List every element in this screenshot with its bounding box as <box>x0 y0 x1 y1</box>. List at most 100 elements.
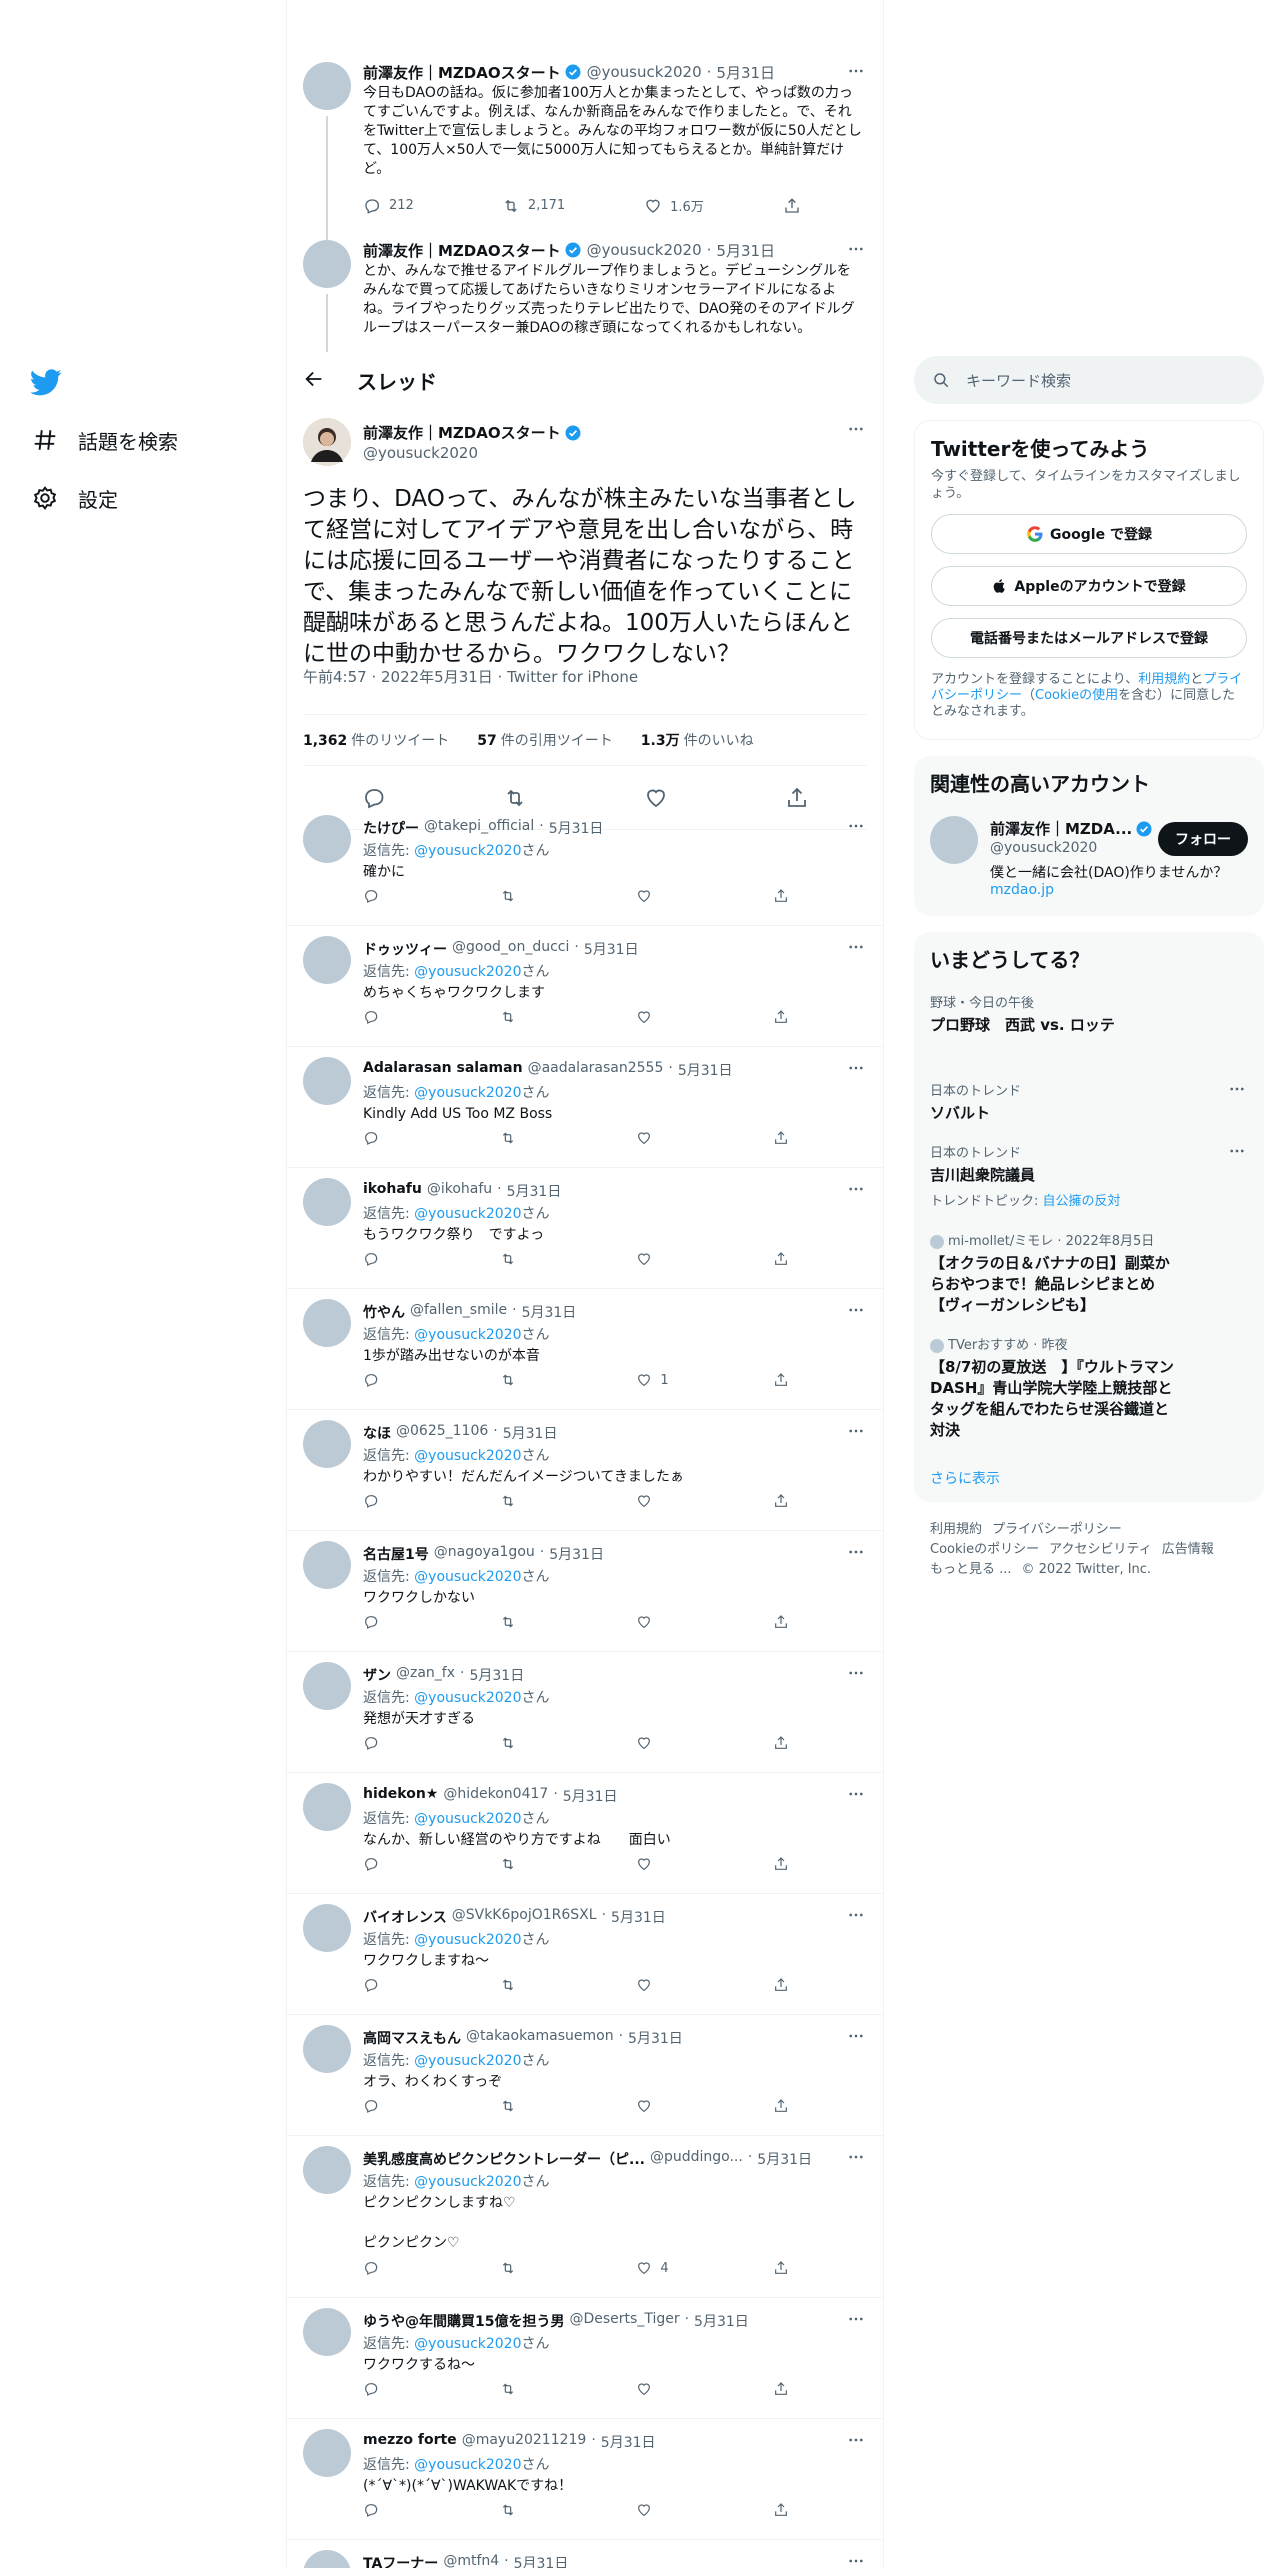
cookie-link[interactable]: Cookieの使用 <box>1035 688 1118 703</box>
more-icon[interactable] <box>847 1422 867 1442</box>
replying-to-link[interactable]: @yousuck2020 <box>414 964 521 980</box>
author-handle[interactable]: @ikohafu <box>427 1181 492 1201</box>
replying-to-link[interactable]: @yousuck2020 <box>414 1327 521 1343</box>
like-button[interactable] <box>636 888 696 904</box>
author-name[interactable]: 前澤友作｜MZDAOスタート <box>363 62 561 83</box>
replying-to-link[interactable]: @yousuck2020 <box>414 2174 521 2190</box>
author-handle[interactable]: @puddingo... <box>650 2149 743 2169</box>
author-name[interactable]: ikohafu <box>363 1181 422 1201</box>
reply-button[interactable] <box>363 1735 423 1751</box>
retweet-button[interactable] <box>500 2381 560 2397</box>
trend-item[interactable]: TVerおすすめ · 昨夜 【8/7初の夏放送 】『ウルトラマンDASH』青山学… <box>930 1334 1180 1441</box>
share-button[interactable] <box>773 2502 793 2518</box>
like-button[interactable] <box>636 1130 696 1146</box>
author-handle[interactable]: @mtfn4 <box>443 2553 499 2568</box>
replying-to-link[interactable]: @yousuck2020 <box>414 1206 521 1222</box>
author-handle[interactable]: @yousuck2020 <box>587 241 702 259</box>
author-handle[interactable]: @0625_1106 <box>396 1423 488 1443</box>
avatar[interactable] <box>303 815 351 863</box>
retweet-button[interactable] <box>500 1251 560 1267</box>
author-name[interactable]: ザン <box>363 1665 391 1685</box>
like-button[interactable] <box>636 2502 696 2518</box>
tweet-date[interactable]: 5月31日 <box>503 1423 558 1443</box>
trend-item[interactable]: mi-mollet/ミモレ · 2022年8月5日 【オクラの日＆バナナの日】副… <box>930 1230 1180 1316</box>
author-name[interactable]: ドゥッツィー <box>363 939 447 959</box>
author-name[interactable]: 美乳感度高めピクンピクントレーダー（ピ... <box>363 2149 645 2169</box>
more-icon[interactable] <box>1228 1080 1248 1100</box>
share-button[interactable] <box>773 888 793 904</box>
reply-tweet[interactable]: 高岡マスえもん @takaokamasuemon · 5月31日 返信先: @yousu… <box>287 2015 883 2136</box>
reply-button[interactable] <box>363 1493 423 1509</box>
retweet-button[interactable]: 2,171 <box>502 196 565 215</box>
tweet-date[interactable]: 5月31日 <box>694 2311 749 2331</box>
author-handle[interactable]: @yousuck2020 <box>587 63 702 81</box>
back-arrow-icon[interactable] <box>303 368 325 390</box>
reply-button[interactable] <box>363 2502 423 2518</box>
author-name[interactable]: 竹やん <box>363 1302 405 1322</box>
more-icon[interactable] <box>847 240 867 260</box>
reply-tweet[interactable]: なほ @0625_1106 · 5月31日 返信先: @yousuck2020さん わかり… <box>287 1410 883 1531</box>
phone-signup-button[interactable]: 電話番号またはメールアドレスで登録 <box>931 618 1247 658</box>
avatar[interactable] <box>303 418 351 466</box>
trend-topic-link[interactable]: 自公擁の反対 <box>1043 1194 1121 1209</box>
likes-stat[interactable]: 1.3万 件のいいね <box>641 730 754 750</box>
reply-button[interactable]: 212 <box>363 196 423 215</box>
apple-signup-button[interactable]: Appleのアカウントで登録 <box>931 566 1247 606</box>
share-button[interactable] <box>783 196 803 215</box>
trend-item[interactable]: 日本のトレンド 吉川赳衆院議員 トレンドトピック: 自公擁の反対 <box>930 1142 1248 1209</box>
related-link[interactable]: mzdao.jp <box>990 882 1054 898</box>
more-icon[interactable] <box>847 1664 867 1684</box>
avatar[interactable] <box>930 816 978 864</box>
replying-to-link[interactable]: @yousuck2020 <box>414 1811 521 1827</box>
reply-tweet[interactable]: ikohafu @ikohafu · 5月31日 返信先: @yousuck2020さん… <box>287 1168 883 1289</box>
retweet-button[interactable] <box>500 1372 560 1388</box>
author-name[interactable]: 高岡マスえもん <box>363 2028 461 2048</box>
reply-tweet[interactable]: hidekon★ @hidekon0417 · 5月31日 返信先: @yousuck2… <box>287 1773 883 1894</box>
author-name[interactable]: 名古屋1号 <box>363 1544 429 1564</box>
like-button[interactable] <box>636 1856 696 1872</box>
trend-item[interactable]: 日本のトレンド ソバルト <box>930 1080 1248 1124</box>
author-handle[interactable]: @SVkK6pojO1R6SXL <box>452 1907 597 1927</box>
nav-explore[interactable]: 話題を検索 <box>32 426 178 455</box>
replying-to-link[interactable]: @yousuck2020 <box>414 2457 521 2473</box>
author-name[interactable]: TAフーナー <box>363 2553 438 2568</box>
more-icon[interactable] <box>847 1785 867 1805</box>
like-button[interactable] <box>636 1009 696 1025</box>
twitter-logo-icon[interactable] <box>30 366 66 402</box>
share-button[interactable] <box>773 1977 793 1993</box>
share-button[interactable] <box>773 1856 793 1872</box>
avatar[interactable] <box>303 1299 351 1347</box>
like-button[interactable] <box>636 1614 696 1630</box>
more-icon[interactable] <box>847 817 867 837</box>
author-name[interactable]: たけぴー <box>363 818 419 838</box>
tweet-date[interactable]: 5月31日 <box>522 1302 577 1322</box>
share-button[interactable] <box>773 1614 793 1630</box>
author-name[interactable]: 前澤友作｜MZDAOスタート <box>363 240 561 261</box>
author-handle[interactable]: @takaokamasuemon <box>466 2028 614 2048</box>
share-button[interactable] <box>773 1493 793 1509</box>
avatar[interactable] <box>303 1904 351 1952</box>
avatar[interactable] <box>303 2429 351 2477</box>
retweet-button[interactable] <box>500 888 560 904</box>
avatar[interactable] <box>303 240 351 288</box>
more-icon[interactable] <box>847 1301 867 1321</box>
author-handle[interactable]: @zan_fx <box>396 1665 455 1685</box>
author-handle[interactable]: @fallen_smile <box>410 1302 507 1322</box>
reply-tweet[interactable]: ザン @zan_fx · 5月31日 返信先: @yousuck2020さん 発想が天才す… <box>287 1652 883 1773</box>
more-icon[interactable] <box>847 938 867 958</box>
like-button[interactable] <box>636 1493 696 1509</box>
tweet-date[interactable]: 5月31日 <box>507 1181 562 1201</box>
reply-button[interactable] <box>363 1009 423 1025</box>
share-button[interactable] <box>773 2381 793 2397</box>
reply-button[interactable] <box>363 1372 423 1388</box>
more-icon[interactable] <box>847 1180 867 1200</box>
tweet-date[interactable]: 5月31日 <box>469 1665 524 1685</box>
tweet-date[interactable]: 5月31日 <box>678 1060 733 1080</box>
more-icon[interactable] <box>847 1059 867 1079</box>
more-icon[interactable] <box>847 420 867 440</box>
more-icon[interactable] <box>847 1543 867 1563</box>
share-button[interactable] <box>773 1372 793 1388</box>
author-name[interactable]: バイオレンス <box>363 1907 447 1927</box>
tweet-date[interactable]: 5月31日 <box>549 818 604 838</box>
more-icon[interactable] <box>847 2310 867 2330</box>
